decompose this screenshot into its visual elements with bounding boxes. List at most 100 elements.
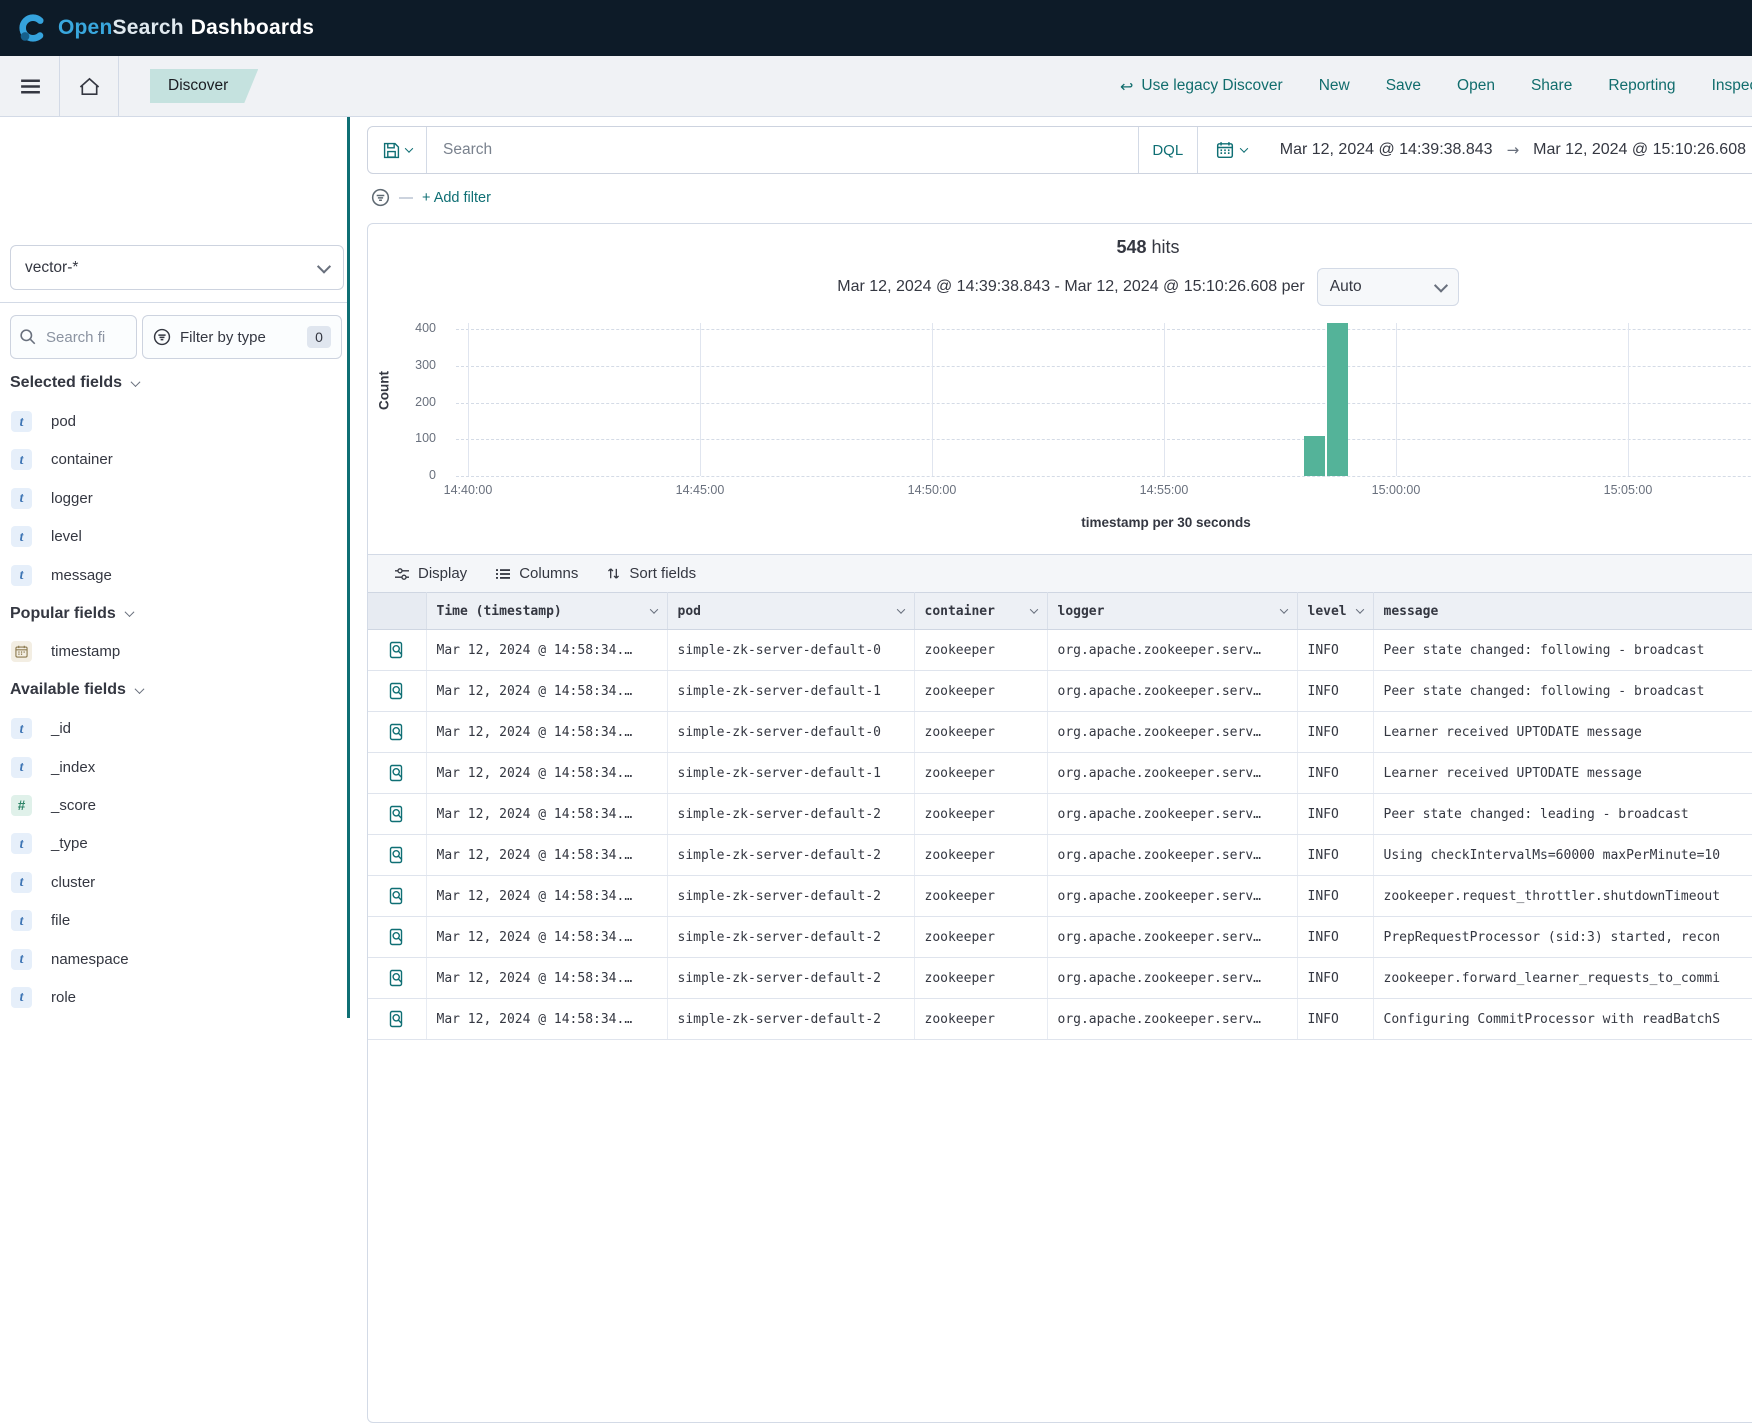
- cell-level: INFO: [1297, 876, 1373, 917]
- display-button[interactable]: Display: [394, 565, 467, 582]
- saved-query-menu-button[interactable]: [368, 127, 427, 173]
- query-bar: DQL Mar 12, 2024 @ 14:39:38.843 → Mar 12…: [367, 126, 1752, 174]
- sort-chevron-icon[interactable]: [1355, 605, 1363, 613]
- breadcrumb[interactable]: Discover: [150, 69, 258, 103]
- field-item-cluster[interactable]: tcluster: [0, 863, 350, 901]
- query-language-button[interactable]: DQL: [1138, 127, 1197, 173]
- field-search: [10, 315, 137, 359]
- cell-level: INFO: [1297, 999, 1373, 1040]
- reporting-button[interactable]: Reporting: [1608, 77, 1675, 95]
- save-button[interactable]: Save: [1386, 77, 1421, 95]
- expand-row-button[interactable]: [368, 917, 426, 958]
- cell-time: Mar 12, 2024 @ 14:58:34.…: [426, 999, 667, 1040]
- cell-pod: simple-zk-server-default-0: [667, 712, 914, 753]
- app-title: OpenSearchDashboards: [58, 16, 314, 40]
- field-item-logger[interactable]: tlogger: [0, 479, 350, 517]
- filter-by-type-button[interactable]: Filter by type 0: [142, 315, 342, 359]
- field-item-message[interactable]: tmessage: [0, 556, 350, 594]
- expand-row-button[interactable]: [368, 630, 426, 671]
- cell-logger: org.apache.zookeeper.serv…: [1047, 835, 1297, 876]
- cell-logger: org.apache.zookeeper.serv…: [1047, 999, 1297, 1040]
- field-item-container[interactable]: tcontainer: [0, 441, 350, 479]
- field-item-file[interactable]: tfile: [0, 901, 350, 939]
- string-field-icon: t: [11, 872, 32, 893]
- sort-chevron-icon[interactable]: [896, 605, 904, 613]
- column-header-time[interactable]: Time (timestamp): [426, 593, 667, 630]
- cell-container: zookeeper: [914, 999, 1047, 1040]
- sort-chevron-icon[interactable]: [1029, 605, 1037, 613]
- columns-button[interactable]: Columns: [495, 565, 578, 582]
- expand-row-button[interactable]: [368, 753, 426, 794]
- index-pattern-select[interactable]: vector-*: [10, 245, 344, 290]
- share-button[interactable]: Share: [1531, 77, 1572, 95]
- histogram-bar[interactable]: [1327, 323, 1348, 476]
- cell-container: zookeeper: [914, 958, 1047, 999]
- string-field-icon: t: [11, 565, 32, 586]
- histogram[interactable]: Count timestamp per 30 seconds 010020030…: [368, 311, 1752, 551]
- cell-message: zookeeper.forward_learner_requests_to_co…: [1373, 958, 1752, 999]
- column-header-container[interactable]: container: [914, 593, 1047, 630]
- expand-row-button[interactable]: [368, 835, 426, 876]
- field-item-role[interactable]: trole: [0, 978, 350, 1016]
- field-item-namespace[interactable]: tnamespace: [0, 940, 350, 978]
- y-gridline: [456, 439, 1752, 440]
- home-button[interactable]: [73, 66, 105, 106]
- cell-container: zookeeper: [914, 917, 1047, 958]
- x-gridline: [468, 323, 469, 476]
- start-date-button[interactable]: Mar 12, 2024 @ 14:39:38.843: [1280, 141, 1493, 159]
- expand-row-button[interactable]: [368, 999, 426, 1040]
- field-item-_id[interactable]: t_id: [0, 710, 350, 748]
- field-section-header[interactable]: Selected fields: [0, 364, 350, 402]
- cell-level: INFO: [1297, 794, 1373, 835]
- new-button[interactable]: New: [1319, 77, 1350, 95]
- add-filter-button[interactable]: + Add filter: [422, 190, 491, 206]
- field-section-header[interactable]: Available fields: [0, 671, 350, 709]
- sort-chevron-icon[interactable]: [649, 605, 657, 613]
- menu-button[interactable]: [14, 66, 46, 106]
- cell-message: Peer state changed: following - broadcas…: [1373, 630, 1752, 671]
- field-search-input[interactable]: [44, 328, 128, 347]
- expand-row-button[interactable]: [368, 876, 426, 917]
- x-tick-label: 14:40:00: [423, 483, 513, 497]
- discover-sidebar: vector-* Filter by type 0 Selected field…: [0, 117, 350, 1018]
- search-input[interactable]: [441, 140, 1107, 160]
- expand-row-button[interactable]: [368, 712, 426, 753]
- field-item-timestamp[interactable]: timestamp: [0, 633, 350, 671]
- cell-pod: simple-zk-server-default-2: [667, 876, 914, 917]
- index-pattern-value: vector-*: [25, 259, 78, 277]
- sort-chevron-icon[interactable]: [1279, 605, 1287, 613]
- cell-message: Configuring CommitProcessor with readBat…: [1373, 999, 1752, 1040]
- column-header-message[interactable]: message: [1373, 593, 1752, 630]
- table-row: Mar 12, 2024 @ 14:58:34.…simple-zk-serve…: [368, 712, 1752, 753]
- cell-level: INFO: [1297, 753, 1373, 794]
- sort-fields-button[interactable]: Sort fields: [606, 565, 696, 582]
- expand-row-button[interactable]: [368, 671, 426, 712]
- end-date-button[interactable]: Mar 12, 2024 @ 15:10:26.608: [1533, 141, 1746, 159]
- field-item-_type[interactable]: t_type: [0, 825, 350, 863]
- chevron-down-icon: [124, 607, 134, 617]
- cell-pod: simple-zk-server-default-2: [667, 835, 914, 876]
- column-header-level[interactable]: level: [1297, 593, 1373, 630]
- column-header-pod[interactable]: pod: [667, 593, 914, 630]
- undo-icon: ↩: [1120, 77, 1133, 96]
- panel-resizer[interactable]: [347, 117, 350, 1018]
- use-legacy-discover-link[interactable]: ↩ Use legacy Discover: [1120, 77, 1283, 96]
- cell-logger: org.apache.zookeeper.serv…: [1047, 794, 1297, 835]
- y-tick-label: 300: [388, 358, 436, 372]
- field-item-_score[interactable]: #_score: [0, 786, 350, 824]
- chevron-down-icon: [1240, 144, 1248, 152]
- inspect-button[interactable]: Inspect: [1712, 77, 1752, 95]
- field-section-header[interactable]: Popular fields: [0, 594, 350, 632]
- expand-row-button[interactable]: [368, 794, 426, 835]
- date-picker-button[interactable]: [1197, 127, 1266, 173]
- open-button[interactable]: Open: [1457, 77, 1495, 95]
- field-item-level[interactable]: tlevel: [0, 518, 350, 556]
- expand-row-button[interactable]: [368, 958, 426, 999]
- field-item-_index[interactable]: t_index: [0, 748, 350, 786]
- column-header-logger[interactable]: logger: [1047, 593, 1297, 630]
- histogram-bar[interactable]: [1304, 436, 1325, 476]
- string-field-icon: t: [11, 833, 32, 854]
- field-item-pod[interactable]: tpod: [0, 402, 350, 440]
- interval-select[interactable]: Auto: [1317, 268, 1459, 306]
- cell-logger: org.apache.zookeeper.serv…: [1047, 671, 1297, 712]
